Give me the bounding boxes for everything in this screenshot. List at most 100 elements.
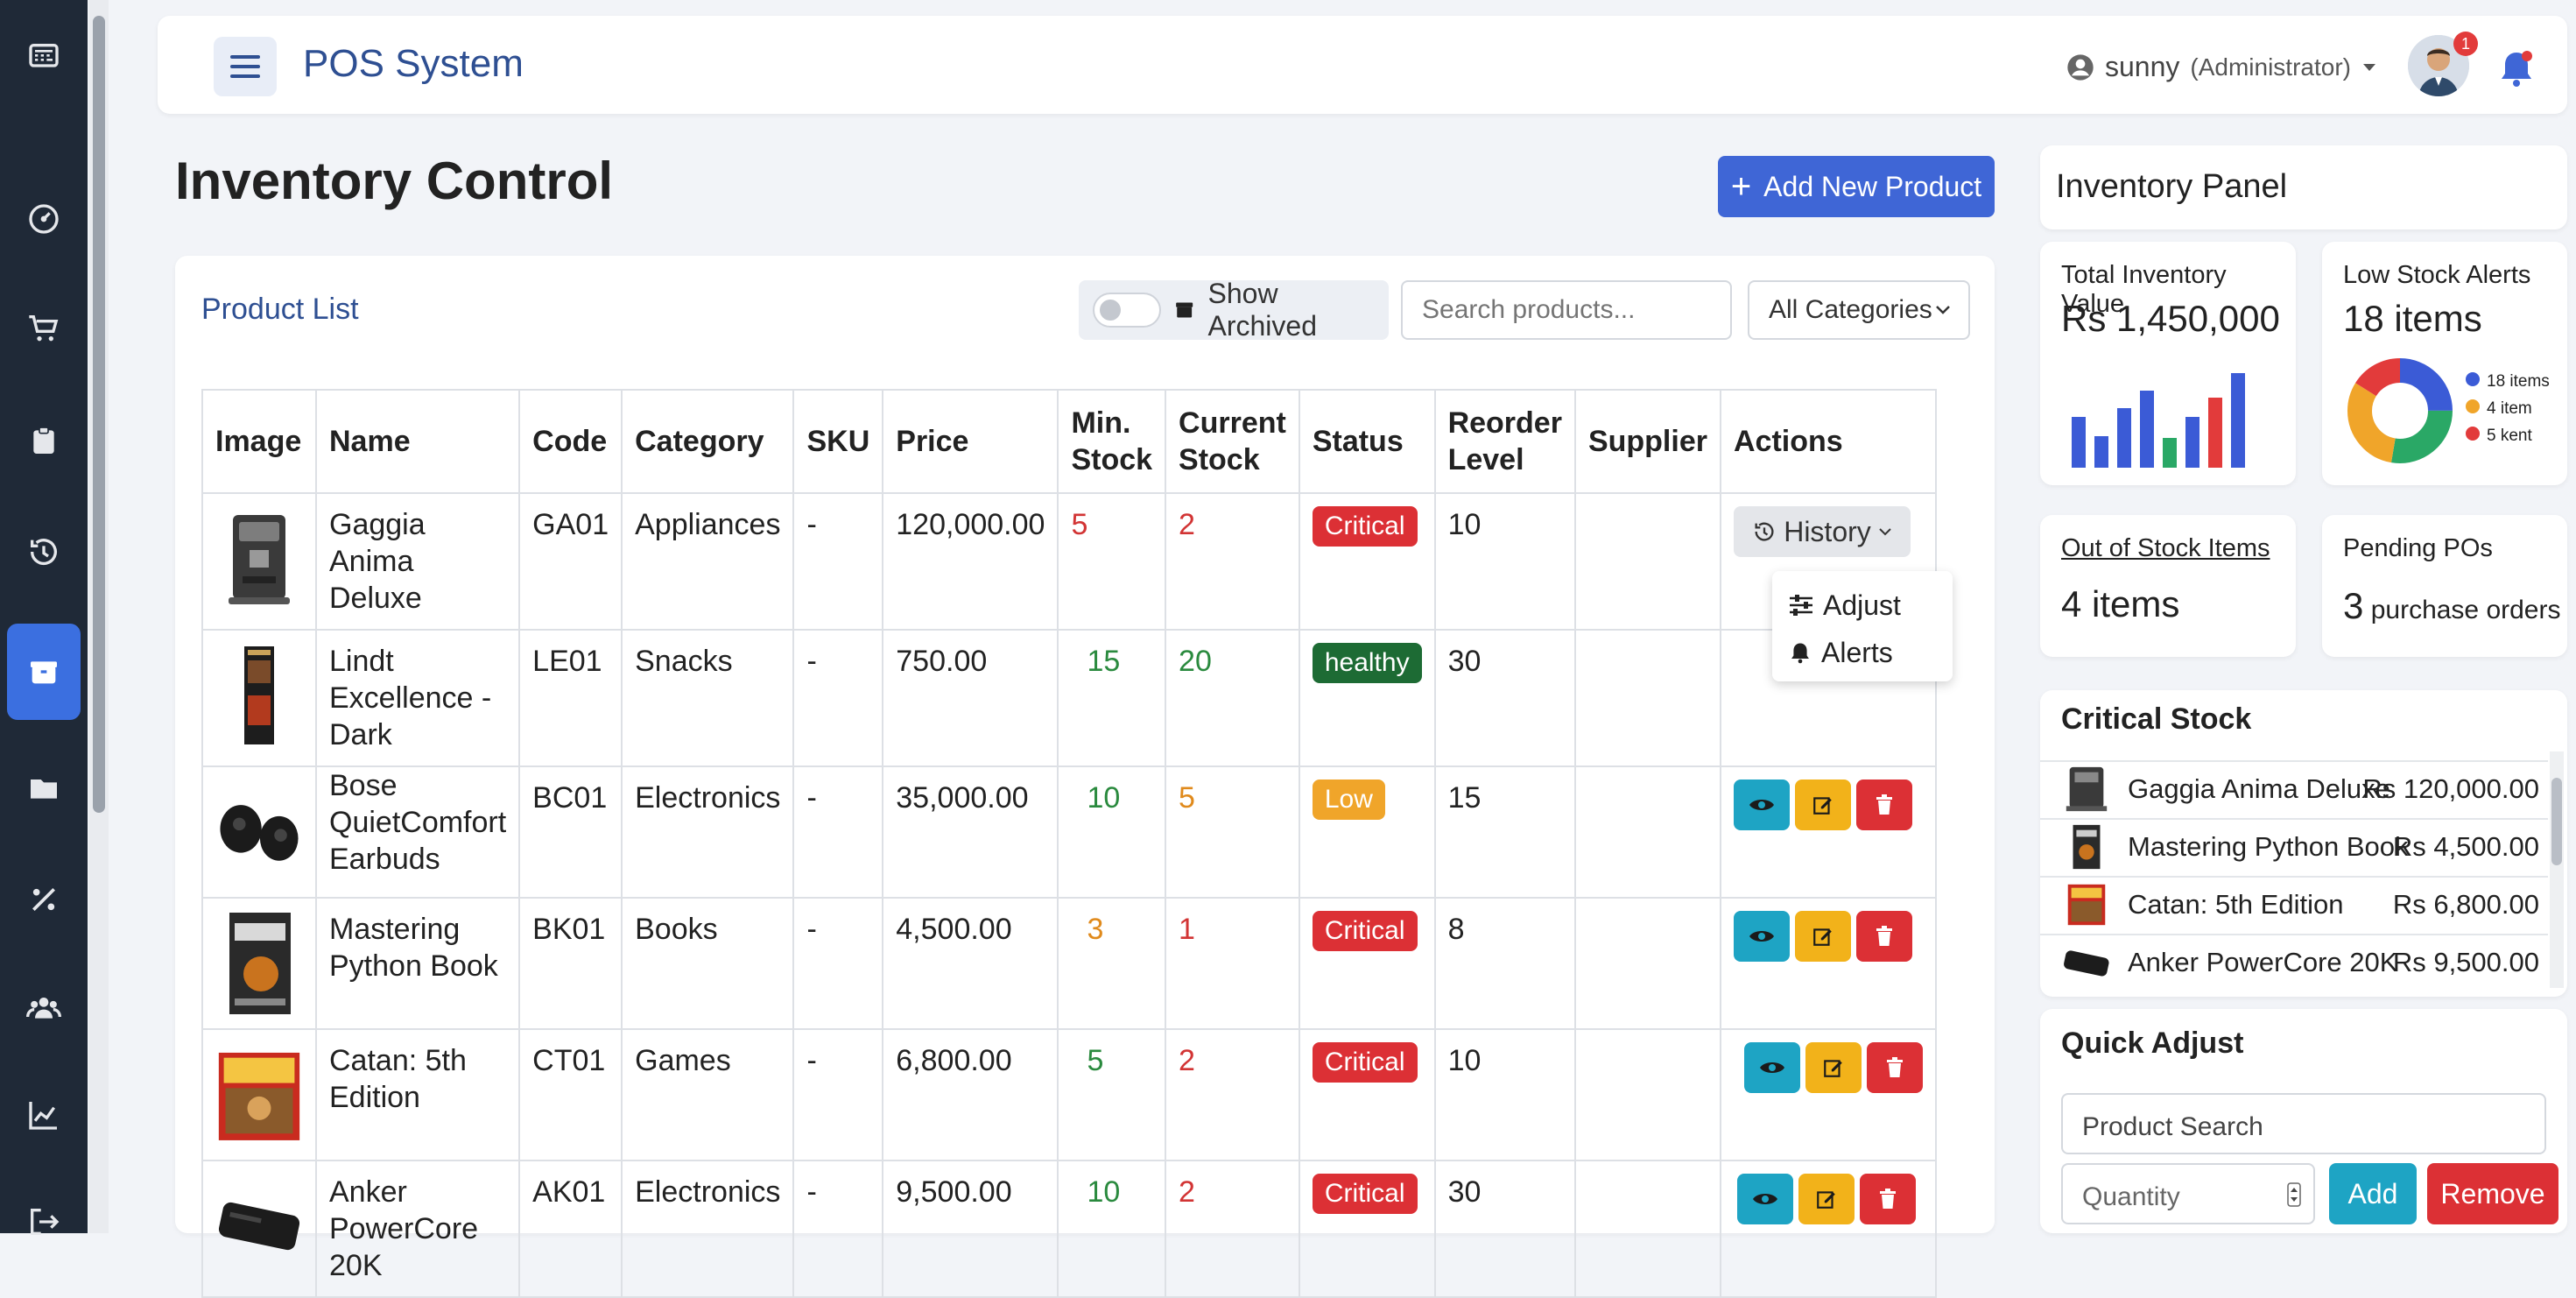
dashboard-icon[interactable] bbox=[7, 171, 81, 267]
folder-icon[interactable] bbox=[7, 740, 81, 836]
product-code: BC01 bbox=[518, 765, 623, 899]
archived-switch[interactable] bbox=[1093, 293, 1162, 328]
product-current-stock: 20 bbox=[1165, 629, 1300, 767]
product-min-stock: 10 bbox=[1057, 1160, 1167, 1298]
product-search-input[interactable] bbox=[1401, 280, 1732, 340]
edit-button[interactable] bbox=[1805, 1042, 1862, 1093]
logout-icon[interactable] bbox=[7, 1174, 81, 1270]
product-current-stock: 2 bbox=[1165, 492, 1300, 631]
menu-item-label: Adjust bbox=[1823, 589, 1901, 621]
column-header[interactable]: Min. Stock bbox=[1057, 389, 1167, 494]
table-row[interactable]: Anker PowerCore 20K AK01 Electronics - 9… bbox=[201, 1160, 1937, 1298]
eye-icon bbox=[1749, 800, 1774, 810]
edit-button[interactable] bbox=[1794, 780, 1851, 830]
add-new-product-label: Add New Product bbox=[1763, 170, 1982, 202]
delete-button[interactable] bbox=[1866, 1042, 1923, 1093]
product-current-stock: 2 bbox=[1165, 1028, 1300, 1161]
column-header[interactable]: Category bbox=[621, 389, 795, 494]
column-header[interactable]: Name bbox=[314, 389, 521, 494]
table-row[interactable]: Lindt Excellence - Dark LE01 Snacks - 75… bbox=[201, 629, 1937, 767]
view-button[interactable] bbox=[1736, 1174, 1793, 1224]
list-item[interactable]: Mastering Python Book Rs 4,500.00 bbox=[2040, 818, 2548, 874]
view-button[interactable] bbox=[1743, 1042, 1800, 1093]
list-item[interactable]: Catan: 5th Edition Rs 6,800.00 bbox=[2040, 876, 2548, 932]
quick-adjust-product-search[interactable]: Product Search bbox=[2061, 1093, 2546, 1154]
sidebar-scrollbar-thumb[interactable] bbox=[93, 16, 105, 813]
eye-icon bbox=[1759, 1062, 1784, 1073]
table-row[interactable]: Gaggia Anima Deluxe GA01 Appliances - 12… bbox=[201, 492, 1937, 631]
pending-pos-card: Pending POs 3 purchase orders bbox=[2322, 515, 2567, 657]
edit-button[interactable] bbox=[1798, 1174, 1855, 1224]
history-icon bbox=[1755, 522, 1774, 541]
view-button[interactable] bbox=[1733, 780, 1790, 830]
inventory-box-icon[interactable] bbox=[7, 624, 81, 720]
add-new-product-button[interactable]: + Add New Product bbox=[1718, 156, 1995, 217]
trash-icon bbox=[1876, 926, 1892, 946]
table-row[interactable]: Catan: 5th Edition CT01 Games - 6,800.00… bbox=[201, 1028, 1937, 1161]
stat-value: Rs 1,450,000 bbox=[2061, 298, 2280, 339]
product-sku: - bbox=[792, 897, 884, 1030]
product-actions-cell bbox=[1719, 1028, 1937, 1161]
cart-icon[interactable] bbox=[7, 280, 81, 377]
user-menu[interactable]: sunny (Administrator) bbox=[2066, 51, 2377, 83]
column-header[interactable]: Current Stock bbox=[1165, 389, 1300, 494]
pos-terminal-icon[interactable] bbox=[7, 9, 81, 105]
product-reorder-level: 8 bbox=[1433, 897, 1576, 1030]
product-supplier bbox=[1573, 765, 1721, 899]
column-header[interactable]: SKU bbox=[792, 389, 884, 494]
table-row[interactable]: Bose QuietComfort Earbuds BC01 Electroni… bbox=[201, 765, 1937, 899]
product-sku: - bbox=[792, 1028, 884, 1161]
stat-value: 18 items bbox=[2343, 298, 2482, 339]
column-header[interactable]: Supplier bbox=[1573, 389, 1721, 494]
table-row[interactable]: Mastering Python Book BK01 Books - 4,500… bbox=[201, 897, 1937, 1030]
quantity-placeholder: Quantity bbox=[2082, 1182, 2180, 1211]
critical-item-name: Gaggia Anima Deluxe bbox=[2128, 773, 2390, 804]
column-header[interactable]: Reorder Level bbox=[1433, 389, 1576, 494]
eye-icon bbox=[1749, 931, 1774, 942]
list-item[interactable]: Anker PowerCore 20K Rs 9,500.00 bbox=[2040, 934, 2548, 990]
history-icon[interactable] bbox=[7, 504, 81, 600]
critical-item-price: Rs 120,000.00 bbox=[2362, 773, 2539, 804]
product-image-cell bbox=[201, 492, 317, 631]
chocolate-bar-image bbox=[215, 643, 303, 748]
quick-adjust-quantity-input[interactable]: Quantity bbox=[2061, 1163, 2315, 1224]
history-dropdown-button[interactable]: History bbox=[1733, 506, 1911, 557]
low-stock-donut-icon bbox=[2347, 358, 2453, 463]
column-header[interactable]: Code bbox=[518, 389, 623, 494]
user-name: sunny bbox=[2105, 51, 2180, 82]
menu-item-alerts[interactable]: Alerts bbox=[1772, 629, 1953, 676]
sliders-icon bbox=[1790, 595, 1812, 616]
column-header[interactable]: Status bbox=[1298, 389, 1436, 494]
delete-button[interactable] bbox=[1855, 780, 1912, 830]
column-header[interactable]: Price bbox=[882, 389, 1059, 494]
view-button[interactable] bbox=[1733, 911, 1790, 962]
edit-button[interactable] bbox=[1794, 911, 1851, 962]
category-filter-select[interactable]: All Categories bbox=[1748, 280, 1970, 340]
chart-line-icon[interactable] bbox=[7, 1067, 81, 1163]
column-header[interactable]: Actions bbox=[1719, 389, 1937, 494]
percent-icon[interactable] bbox=[7, 851, 81, 948]
delete-button[interactable] bbox=[1855, 911, 1912, 962]
quick-adjust-panel: Quick Adjust Product Search Quantity Add… bbox=[2040, 1009, 2567, 1233]
list-item[interactable]: Gaggia Anima Deluxe Rs 120,000.00 bbox=[2040, 760, 2548, 816]
chevron-down-icon bbox=[1936, 306, 1950, 314]
table-header-row: Image Name Code Category SKU Price Min. … bbox=[201, 389, 1937, 494]
menu-toggle-button[interactable] bbox=[214, 37, 277, 96]
product-category: Games bbox=[621, 1028, 795, 1161]
bell-icon[interactable] bbox=[2497, 47, 2536, 89]
quick-adjust-remove-button[interactable]: Remove bbox=[2427, 1163, 2558, 1224]
column-header[interactable]: Image bbox=[201, 389, 317, 494]
clipboard-icon[interactable] bbox=[7, 392, 81, 489]
product-actions-cell bbox=[1719, 897, 1937, 1030]
critical-stock-scrollbar-thumb[interactable] bbox=[2551, 778, 2562, 865]
page-title: Inventory Control bbox=[175, 152, 614, 210]
avatar-notification-badge: 1 bbox=[2453, 32, 2478, 56]
edit-icon bbox=[1817, 1191, 1835, 1209]
quick-adjust-add-button[interactable]: Add bbox=[2329, 1163, 2417, 1224]
show-archived-toggle[interactable]: Show Archived bbox=[1079, 278, 1389, 342]
delete-button[interactable] bbox=[1859, 1174, 1916, 1224]
status-badge: Critical bbox=[1312, 1174, 1418, 1214]
menu-item-adjust[interactable]: Adjust bbox=[1772, 582, 1953, 629]
users-icon[interactable] bbox=[7, 960, 81, 1056]
stepper-arrows-icon[interactable] bbox=[2287, 1182, 2301, 1207]
